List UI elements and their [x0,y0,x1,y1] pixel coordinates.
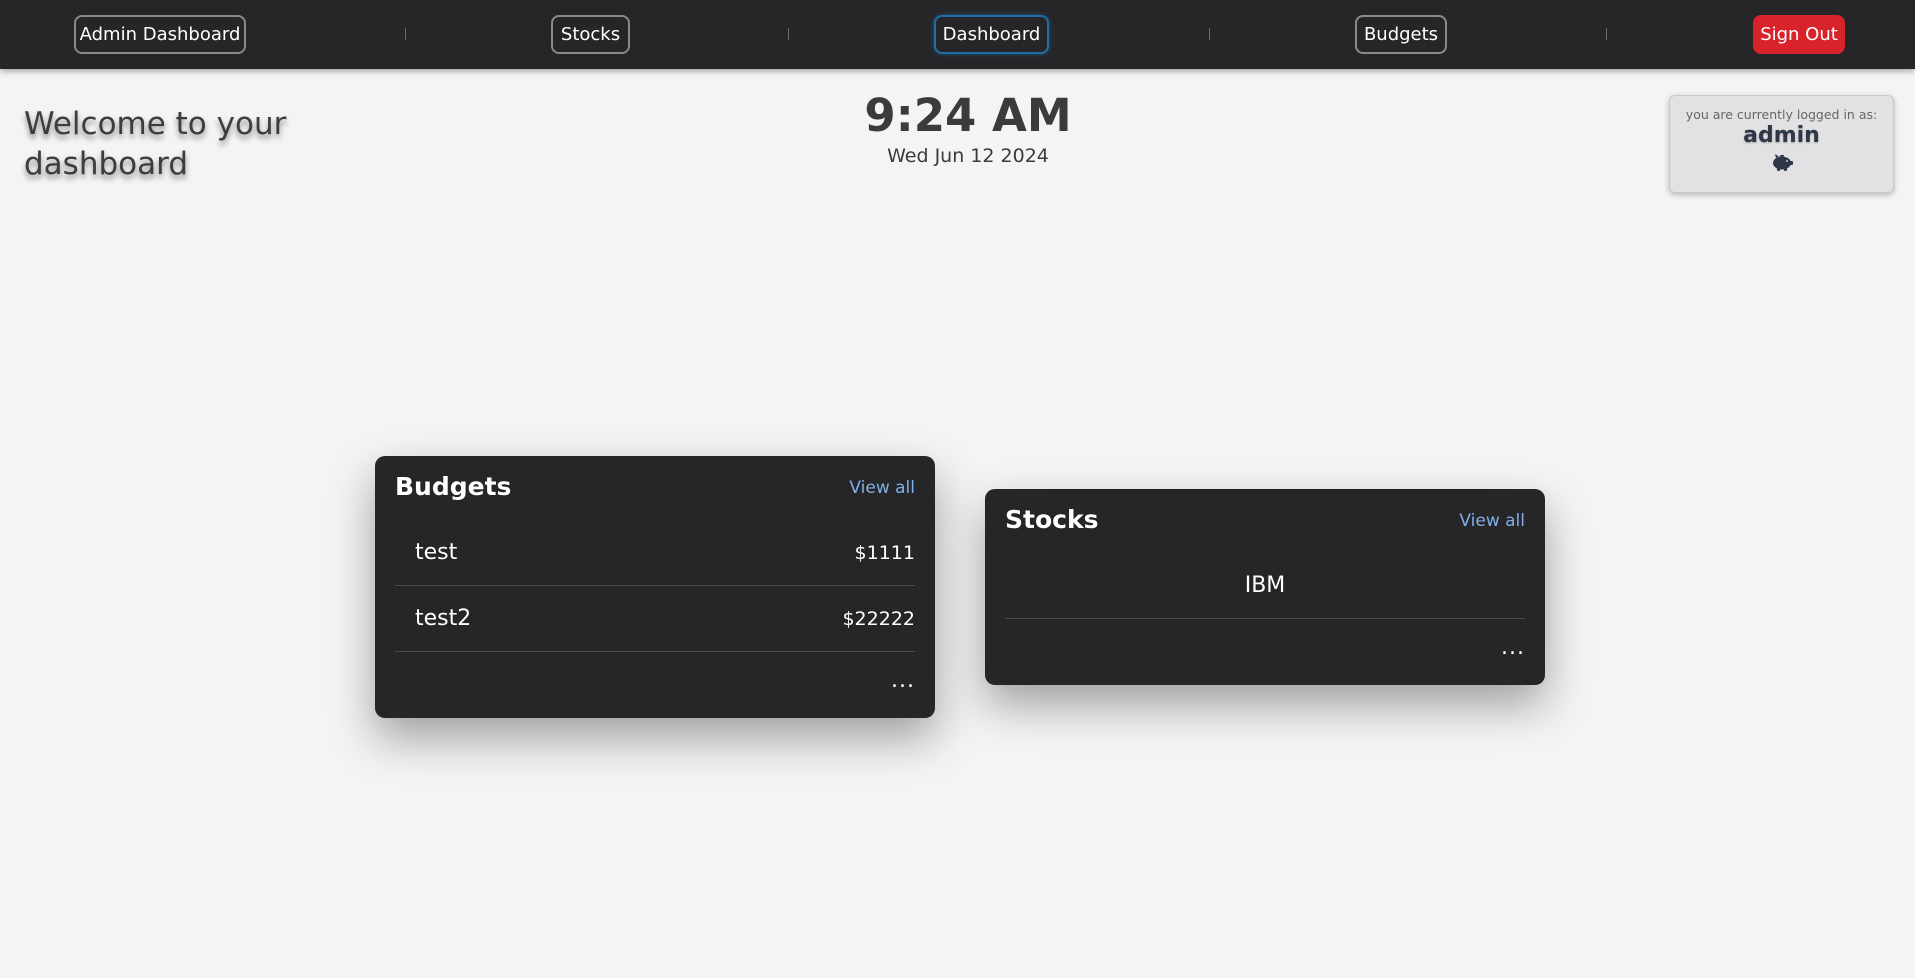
budget-name: test [415,540,458,565]
nav-dashboard-button[interactable]: Dashboard [934,15,1049,54]
budgets-view-all-link[interactable]: View all [849,478,915,498]
budget-row[interactable]: test $1111 [395,520,915,586]
logged-in-caption: you are currently logged in as: [1685,107,1878,122]
nav-stocks-button[interactable]: Stocks [551,15,630,54]
piggy-bank-icon [1772,154,1793,171]
nav-budgets-button[interactable]: Budgets [1355,15,1447,54]
top-nav-bar: Admin Dashboard Stocks Dashboard Budgets… [0,0,1915,69]
sign-out-button[interactable]: Sign Out [1753,15,1845,54]
budget-row[interactable]: test2 $22222 [395,586,915,652]
budget-name: test2 [415,606,472,631]
stocks-card: Stocks View all IBM ... [985,489,1545,685]
budgets-card: Budgets View all test $1111 test2 $22222… [375,456,935,718]
nav-admin-dashboard-button[interactable]: Admin Dashboard [74,15,246,54]
clock-date: Wed Jun 12 2024 [887,145,1049,167]
stocks-card-title: Stocks [1005,505,1099,534]
logged-in-user-panel: you are currently logged in as: admin [1669,95,1894,193]
nav-separator [405,28,406,40]
stock-row[interactable]: IBM [1005,553,1525,619]
logged-in-username: admin [1743,123,1820,148]
clock: 9:24 AM Wed Jun 12 2024 [818,88,1118,168]
budget-amount: $22222 [842,607,915,630]
welcome-heading: Welcome to your dashboard [24,106,287,182]
budgets-card-title: Budgets [395,472,512,501]
stock-symbol: IBM [1244,573,1286,598]
stocks-more-button[interactable]: ... [1501,637,1525,659]
nav-separator [1606,28,1607,40]
budgets-more-button[interactable]: ... [891,670,915,692]
nav-separator [1209,28,1210,40]
stocks-view-all-link[interactable]: View all [1459,511,1525,531]
nav-separator [788,28,789,40]
budget-amount: $1111 [854,541,915,564]
clock-time: 9:24 AM [864,89,1072,142]
